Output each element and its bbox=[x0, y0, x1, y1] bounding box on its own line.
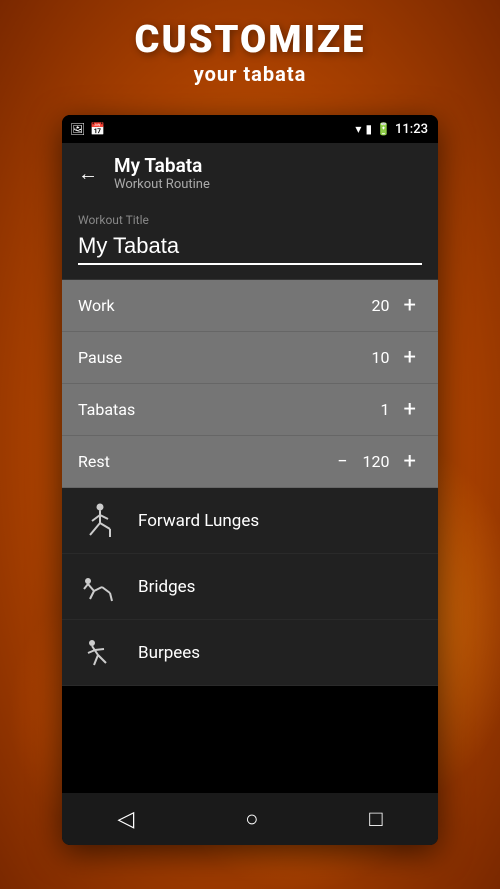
notification-icon-1: 🖼 bbox=[70, 122, 85, 136]
exercise-item-forward-lunges[interactable]: Forward Lunges bbox=[62, 488, 438, 554]
nav-bar: ◁ ○ □ bbox=[62, 793, 438, 845]
setting-value-tabatas: 1 bbox=[360, 400, 390, 419]
workout-title-input[interactable] bbox=[78, 233, 422, 265]
wifi-icon: ▾ bbox=[355, 122, 361, 136]
setting-row-tabatas: Tabatas 1 + bbox=[62, 384, 438, 436]
settings-section: Work 20 + Pause 10 + Tabatas 1 + Rest − bbox=[62, 280, 438, 488]
status-bar-left: 🖼 📅 bbox=[70, 122, 105, 136]
setting-plus-tabatas[interactable]: + bbox=[398, 397, 422, 423]
setting-controls-tabatas: 1 + bbox=[360, 397, 422, 423]
setting-plus-work[interactable]: + bbox=[398, 293, 422, 319]
exercise-name-forward-lunges: Forward Lunges bbox=[138, 511, 259, 531]
workout-title-section: Workout Title bbox=[62, 203, 438, 280]
status-bar-right: ▾ ▮ 🔋 11:23 bbox=[355, 122, 428, 137]
signal-icon: ▮ bbox=[365, 122, 372, 136]
setting-label-work: Work bbox=[78, 296, 115, 315]
notification-icon-2: 📅 bbox=[90, 122, 105, 136]
setting-controls-work: 20 + bbox=[360, 293, 422, 319]
exercise-item-bridges[interactable]: Bridges bbox=[62, 554, 438, 620]
nav-home-button[interactable]: ○ bbox=[225, 798, 278, 840]
setting-value-rest: 120 bbox=[360, 452, 390, 471]
setting-minus-rest[interactable]: − bbox=[337, 451, 347, 472]
nav-back-button[interactable]: ◁ bbox=[97, 799, 154, 840]
setting-value-pause: 10 bbox=[360, 348, 390, 367]
setting-label-pause: Pause bbox=[78, 348, 122, 367]
setting-row-rest: Rest − 120 + bbox=[62, 436, 438, 488]
workout-title-label: Workout Title bbox=[78, 213, 422, 227]
phone-screen: 🖼 📅 ▾ ▮ 🔋 11:23 ← My Tabata Workout Rout… bbox=[62, 115, 438, 845]
top-bar-titles: My Tabata Workout Routine bbox=[114, 154, 210, 192]
setting-plus-rest[interactable]: + bbox=[398, 449, 422, 475]
setting-label-tabatas: Tabatas bbox=[78, 400, 135, 419]
setting-controls-rest: − 120 + bbox=[337, 449, 422, 475]
time-display: 11:23 bbox=[395, 122, 428, 137]
status-bar: 🖼 📅 ▾ ▮ 🔋 11:23 bbox=[62, 115, 438, 143]
exercise-name-bridges: Bridges bbox=[138, 577, 195, 597]
top-bar: ← My Tabata Workout Routine bbox=[62, 143, 438, 203]
exercise-name-burpees: Burpees bbox=[138, 643, 200, 663]
setting-label-rest: Rest bbox=[78, 452, 110, 471]
nav-recent-button[interactable]: □ bbox=[349, 798, 402, 840]
setting-controls-pause: 10 + bbox=[360, 345, 422, 371]
battery-icon: 🔋 bbox=[376, 122, 391, 136]
setting-plus-pause[interactable]: + bbox=[398, 345, 422, 371]
forward-lunges-icon bbox=[78, 499, 122, 543]
back-button[interactable]: ← bbox=[78, 161, 98, 186]
header-subtitle: your tabata bbox=[0, 62, 500, 86]
setting-row-pause: Pause 10 + bbox=[62, 332, 438, 384]
exercise-list: Forward Lunges Bridges bbox=[62, 488, 438, 686]
header-title: CUSTOMIZE bbox=[0, 18, 500, 62]
screen-title: My Tabata bbox=[114, 154, 210, 177]
screen-subtitle: Workout Routine bbox=[114, 177, 210, 192]
exercise-item-burpees[interactable]: Burpees bbox=[62, 620, 438, 686]
bridges-icon bbox=[78, 565, 122, 609]
setting-row-work: Work 20 + bbox=[62, 280, 438, 332]
burpees-icon bbox=[78, 631, 122, 675]
setting-value-work: 20 bbox=[360, 296, 390, 315]
page-header: CUSTOMIZE your tabata bbox=[0, 18, 500, 86]
